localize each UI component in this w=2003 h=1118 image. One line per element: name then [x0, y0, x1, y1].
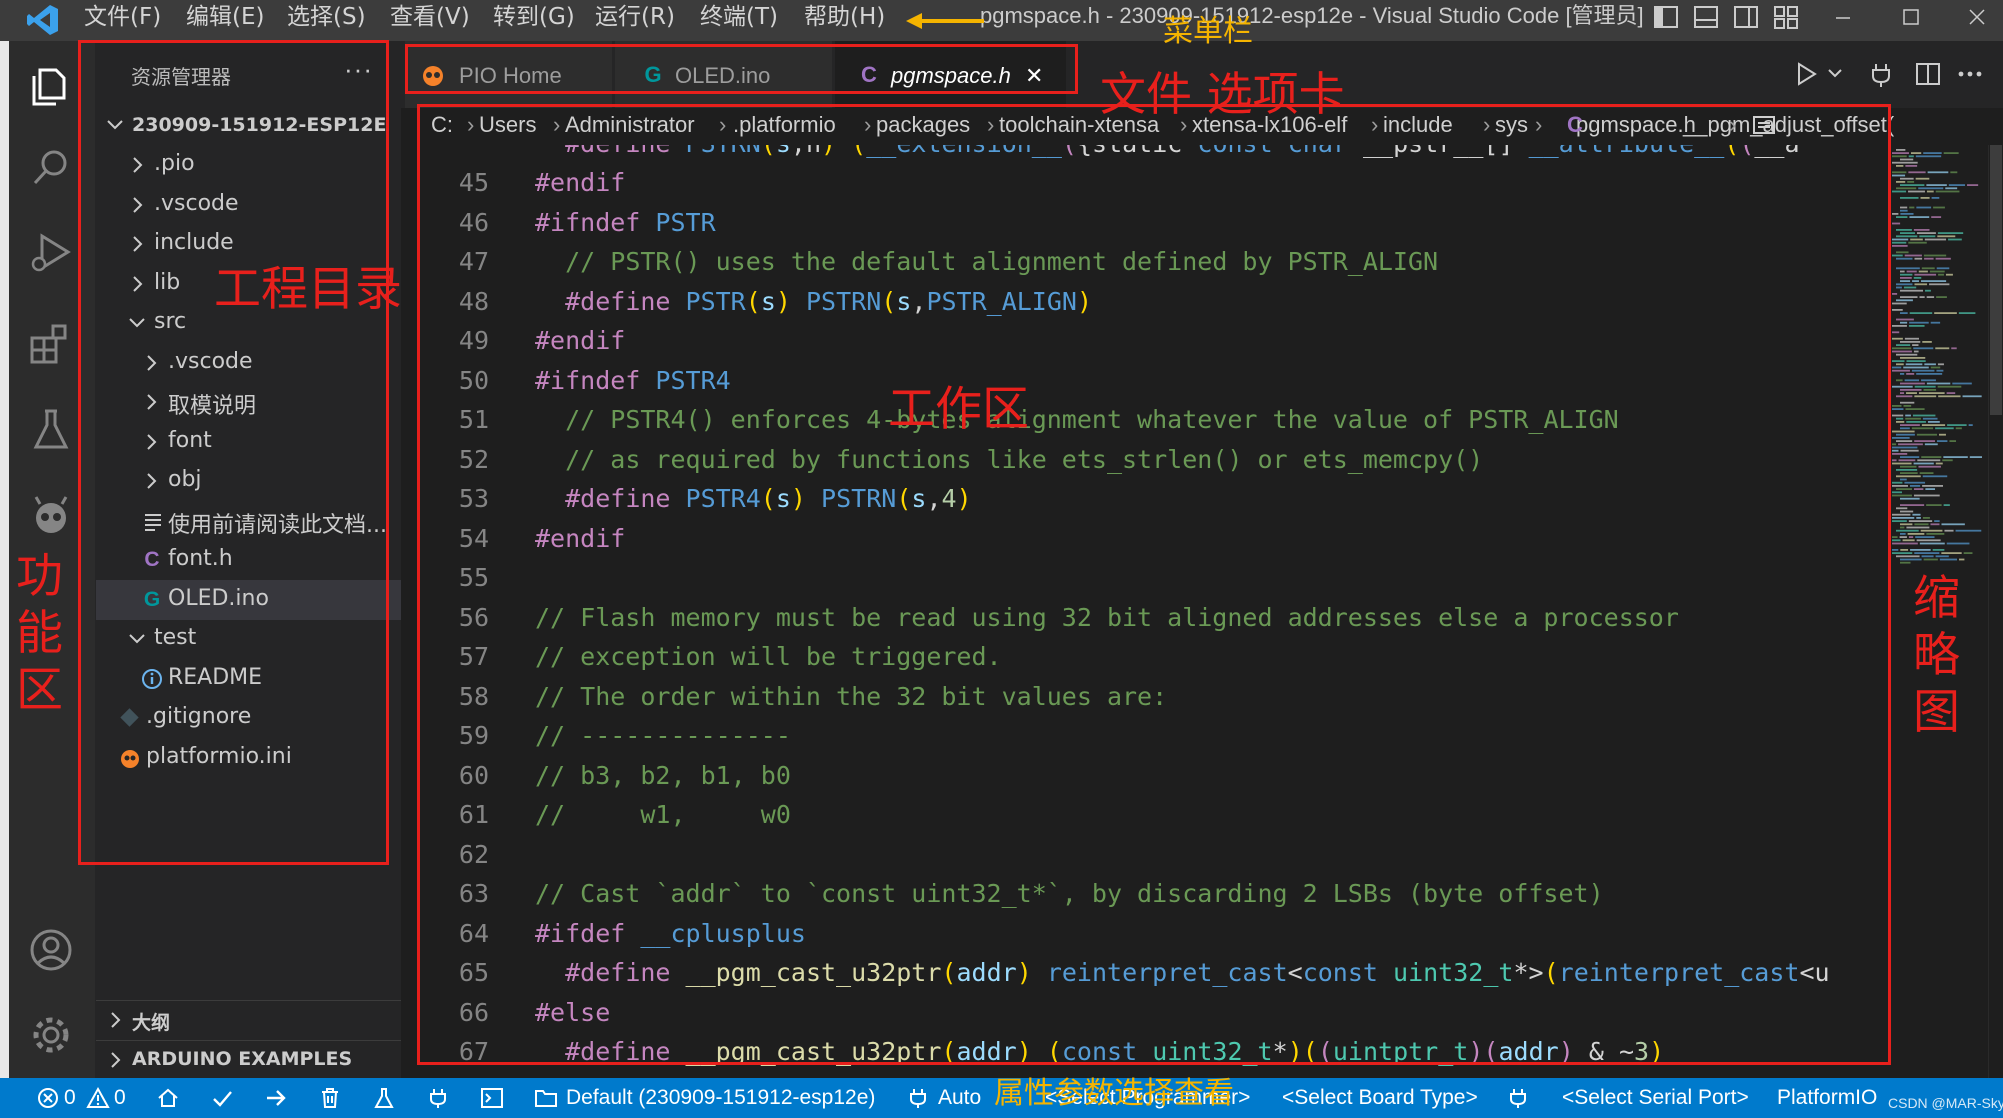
- maximize-icon[interactable]: [1894, 3, 1928, 31]
- project-dir-annotation: 工程目录: [214, 262, 402, 317]
- menu-item[interactable]: 选择(S): [287, 0, 366, 41]
- outline-section[interactable]: 大纲: [96, 1000, 401, 1038]
- toggle-secondary-sidebar-icon[interactable]: [1732, 3, 1760, 31]
- statusbar-annotation: 属性参数选择查看: [994, 1076, 1234, 1111]
- error-count[interactable]: 0: [64, 1085, 76, 1111]
- clean-trash-icon[interactable]: [318, 1086, 342, 1110]
- scrollbar-thumb[interactable]: [1990, 145, 2002, 415]
- minimap-annotation: 缩略图: [1913, 571, 1960, 740]
- outline-label: 大纲: [132, 1012, 171, 1034]
- testing-icon[interactable]: [26, 405, 76, 455]
- serial-port-plug-icon[interactable]: [1506, 1086, 1530, 1110]
- functions-annotation: 功能区: [16, 549, 63, 718]
- warning-count[interactable]: 0: [114, 1085, 126, 1111]
- pio-home-icon[interactable]: [156, 1086, 180, 1110]
- explorer-icon[interactable]: [26, 60, 76, 110]
- project-env-icon[interactable]: [534, 1086, 558, 1110]
- build-check-icon[interactable]: [210, 1086, 234, 1110]
- customize-layout-icon[interactable]: [1772, 3, 1800, 31]
- terminal-icon[interactable]: [480, 1086, 504, 1110]
- project-env[interactable]: Default (230909-151912-esp12e): [566, 1085, 875, 1111]
- run-debug-icon[interactable]: [26, 228, 76, 278]
- toggle-panel-icon[interactable]: [1692, 3, 1720, 31]
- workspace-annotation-box: [417, 104, 1891, 1065]
- watermark: CSDN @MAR-Sky: [1888, 1095, 2003, 1111]
- tabs-annotation-box: [405, 44, 1078, 94]
- menu-item[interactable]: 文件(F): [84, 0, 161, 41]
- menu-item[interactable]: 编辑(E): [186, 0, 264, 41]
- run-icon[interactable]: [1794, 60, 1820, 88]
- menu-item[interactable]: 运行(R): [595, 0, 675, 41]
- platformio-status[interactable]: PlatformIO: [1777, 1085, 1877, 1111]
- account-icon[interactable]: [26, 925, 76, 975]
- more-actions-icon[interactable]: [1956, 60, 1984, 88]
- arduino-examples-section[interactable]: ARDUINO EXAMPLES: [96, 1040, 401, 1078]
- menubar-annotation: 菜单栏: [1163, 14, 1253, 49]
- workspace-annotation: 工作区: [888, 382, 1029, 437]
- minimize-icon[interactable]: [1826, 3, 1860, 31]
- serial-monitor-plug-icon[interactable]: [426, 1086, 450, 1110]
- window-edge: [0, 41, 9, 1078]
- platformio-icon[interactable]: [26, 490, 76, 540]
- extensions-icon[interactable]: [26, 318, 76, 368]
- menubar-annotation-arrow: [904, 11, 984, 31]
- arduino-examples-label: ARDUINO EXAMPLES: [132, 1048, 353, 1070]
- close-window-icon[interactable]: [1960, 3, 1994, 31]
- port-auto-plug-icon[interactable]: [906, 1086, 930, 1110]
- search-icon[interactable]: [26, 143, 76, 193]
- vscode-logo-icon: [26, 3, 60, 37]
- select-board-type[interactable]: <Select Board Type>: [1282, 1085, 1478, 1111]
- upload-arrow-icon[interactable]: [264, 1086, 288, 1110]
- menu-item[interactable]: 帮助(H): [804, 0, 885, 41]
- toggle-primary-sidebar-icon[interactable]: [1652, 3, 1680, 31]
- menu-item[interactable]: 查看(V): [390, 0, 470, 41]
- menu-item[interactable]: 转到(G): [493, 0, 575, 41]
- chevron-down-icon[interactable]: [1826, 64, 1844, 84]
- split-editor-icon[interactable]: [1914, 60, 1942, 88]
- test-flask-icon[interactable]: [372, 1086, 396, 1110]
- plug-icon[interactable]: [1868, 60, 1894, 88]
- error-icon[interactable]: [36, 1086, 60, 1110]
- project-dir-annotation-box: [78, 40, 389, 865]
- port-auto[interactable]: Auto: [938, 1085, 981, 1111]
- settings-gear-icon[interactable]: [26, 1010, 76, 1060]
- select-serial-port[interactable]: <Select Serial Port>: [1562, 1085, 1749, 1111]
- warning-icon[interactable]: [86, 1086, 110, 1110]
- menu-item[interactable]: 终端(T): [700, 0, 778, 41]
- window-title: pgmspace.h - 230909-151912-esp12e - Visu…: [980, 3, 1644, 28]
